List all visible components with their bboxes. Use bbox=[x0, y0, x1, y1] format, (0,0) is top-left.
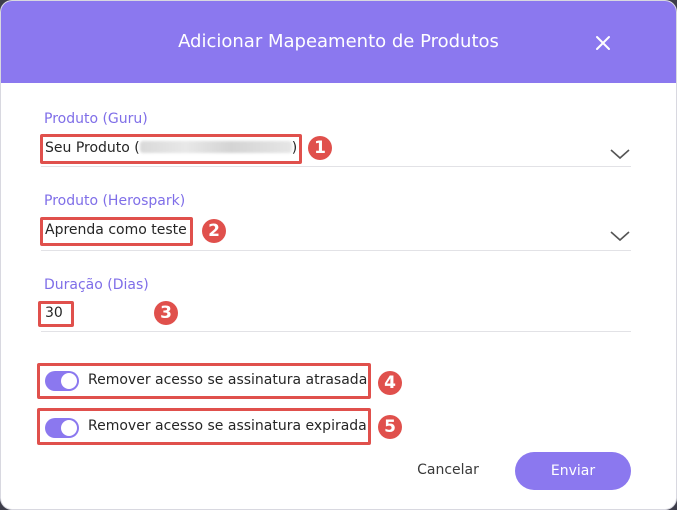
annotation-box-2 bbox=[40, 217, 193, 246]
produto-guru-underline bbox=[41, 166, 631, 167]
close-icon[interactable] bbox=[591, 31, 615, 55]
annotation-box-4 bbox=[37, 363, 371, 399]
produto-herospark-label: Produto (Herospark) bbox=[44, 193, 186, 209]
modal-header: Adicionar Mapeamento de Produtos bbox=[1, 1, 676, 83]
chevron-down-icon[interactable] bbox=[609, 228, 631, 242]
annotation-box-3 bbox=[38, 301, 74, 327]
duracao-label: Duração (Dias) bbox=[44, 277, 149, 293]
annotation-badge-4: 4 bbox=[378, 371, 402, 395]
add-product-mapping-modal: Adicionar Mapeamento de Produtos Produto… bbox=[0, 0, 677, 510]
duracao-underline bbox=[41, 331, 631, 332]
annotation-badge-2: 2 bbox=[202, 219, 226, 243]
annotation-box-5 bbox=[37, 408, 371, 445]
produto-guru-label: Produto (Guru) bbox=[44, 111, 148, 127]
annotation-badge-1: 1 bbox=[308, 136, 332, 160]
submit-button[interactable]: Enviar bbox=[515, 452, 631, 490]
cancel-button[interactable]: Cancelar bbox=[405, 452, 491, 488]
chevron-down-icon[interactable] bbox=[609, 146, 631, 160]
produto-herospark-underline bbox=[41, 250, 631, 251]
modal-title: Adicionar Mapeamento de Produtos bbox=[178, 31, 499, 52]
annotation-badge-3: 3 bbox=[154, 301, 178, 325]
annotation-badge-5: 5 bbox=[378, 415, 402, 439]
annotation-box-1 bbox=[40, 134, 302, 164]
